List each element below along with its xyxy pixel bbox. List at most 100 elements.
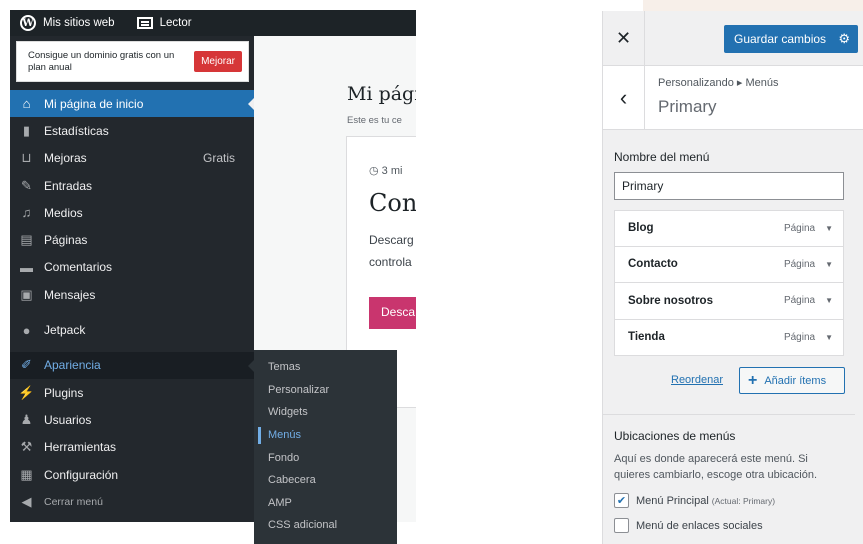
menu-item-stats[interactable]: ▮ Estadísticas [10,117,254,144]
pages-icon: ▤ [20,232,33,248]
submenu-item-customize[interactable]: Personalizar [254,379,397,402]
expand-arrow-icon[interactable]: ▼ [825,296,833,305]
promo-text: Consigue un dominio gratis con un plan a… [28,49,175,73]
menu-item-appearance[interactable]: ✐ Apariencia [10,351,254,379]
settings-icon: ▦ [20,466,33,482]
menu-label: Mi página de inicio [44,96,144,111]
location-primary-row[interactable]: ✔ Menú Principal (Actual: Primary) [614,493,853,508]
menu-item-title: Sobre nosotros [628,294,713,307]
paintbrush-icon: ✐ [21,357,32,373]
menu-item-tools[interactable]: ⚒ Herramientas [10,434,254,461]
appearance-submenu: Temas Personalizar Widgets Menús Fondo C… [254,350,397,544]
bar-chart-icon: ▮ [22,122,31,138]
menu-item-comments[interactable]: ▬ Comentarios [10,254,254,281]
menu-item-users[interactable]: ♟ Usuarios [10,406,254,433]
collapse-menu-button[interactable]: ◀ Cerrar menú [10,488,254,515]
card-body-line: Descarg [369,233,414,247]
location-social-checkbox[interactable] [614,518,629,533]
my-sites-link[interactable]: W Mis sitios web [10,10,125,36]
page-subtitle: Este es tu ce [347,115,402,126]
menu-label: Jetpack [44,323,86,338]
save-button[interactable]: Guardar cambios ⚙ [724,25,858,53]
menu-item-feedback[interactable]: ▣ Mensajes [10,281,254,308]
menu-item-row[interactable]: Tienda Página ▼ [614,319,844,356]
menu-item-type: Página [783,222,816,234]
menu-item-row[interactable]: Contacto Página ▼ [614,246,844,283]
menu-item-type: Página [783,258,816,270]
menu-item-row[interactable]: Sobre nosotros Página ▼ [614,283,844,320]
divider [603,414,855,415]
location-primary-checkbox[interactable]: ✔ [614,493,629,508]
menu-label: Páginas [44,233,88,248]
menu-name-input[interactable]: Primary [614,172,844,200]
admin-bar: W Mis sitios web Lector [10,10,416,36]
menu-item-home[interactable]: ⌂ Mi página de inicio [10,90,254,118]
reader-link[interactable]: Lector [127,10,202,36]
domain-promo: Consigue un dominio gratis con un plan a… [16,41,249,82]
submenu-item-additional-css[interactable]: CSS adicional [254,514,397,537]
menu-item-media[interactable]: ♫ Medios [10,199,254,226]
menu-items-list: Blog Página ▼ Contacto Página ▼ Sobre no… [614,210,844,356]
time-estimate: ◷ 3 mi [369,164,402,177]
menu-actions: Reordenar + Añadir ítems [614,367,845,394]
collapse-icon: ◀ [21,493,32,509]
submenu-item-menus[interactable]: Menús [254,424,397,447]
location-social-row[interactable]: Menú de enlaces sociales [614,518,853,533]
menu-item-pages[interactable]: ▤ Páginas [10,226,254,253]
location-note: (Actual: Primary) [711,495,776,506]
wordpress-logo-icon: W [20,15,36,31]
menu-item-plugins[interactable]: ⚡ Plugins [10,379,254,406]
home-icon: ⌂ [22,96,31,112]
upgrade-button[interactable]: Mejorar [194,51,242,72]
locations-description: Aquí es donde aparecerá este menú. Si qu… [614,453,818,481]
submenu-item-background[interactable]: Fondo [254,446,397,469]
menu-item-upgrades[interactable]: ⊔ Mejoras Gratis [10,145,254,172]
menu-label: Mejoras [44,151,87,166]
media-icon: ♫ [21,205,32,221]
section-title: Primary [658,97,717,116]
customizer-body: Nombre del menú Primary Blog Página ▼ Co… [603,130,863,533]
submenu-item-amp[interactable]: AMP [254,492,397,515]
menu-label: Medios [44,205,83,220]
save-label: Guardar cambios [734,32,827,46]
pin-icon: ✎ [21,177,32,193]
wrench-icon: ⚒ [20,439,33,455]
add-items-label: Añadir ítems [764,374,827,387]
submenu-item-widgets[interactable]: Widgets [254,401,397,424]
menu-item-settings[interactable]: ▦ Configuración [10,461,254,488]
back-chevron-icon[interactable]: ‹ [603,66,645,130]
menu-item-row[interactable]: Blog Página ▼ [614,210,844,247]
breadcrumb: Personalizando ▸ Menús [658,77,779,89]
location-label: Menú de enlaces sociales [636,519,763,532]
expand-arrow-icon[interactable]: ▼ [825,333,833,342]
gear-icon[interactable]: ⚙ [838,31,850,47]
reorder-link[interactable]: Reordenar [671,374,723,386]
feedback-icon: ▣ [20,286,33,302]
expand-arrow-icon[interactable]: ▼ [825,224,833,233]
plus-icon: + [748,371,758,389]
menu-item-type: Página [783,295,816,307]
menu-label: Herramientas [44,440,117,455]
submenu-item-header[interactable]: Cabecera [254,469,397,492]
menu-item-posts[interactable]: ✎ Entradas [10,172,254,199]
menu-label: Estadísticas [44,123,109,138]
my-sites-label: Mis sitios web [43,17,115,29]
menu-label: Configuración [44,467,119,482]
menu-item-type: Página [783,331,816,343]
expand-arrow-icon[interactable]: ▼ [825,260,833,269]
submenu-item-themes[interactable]: Temas [254,356,397,379]
customizer-panel: ✕ Guardar cambios ⚙ ‹ Personalizando ▸ M… [602,11,863,544]
add-items-button[interactable]: + Añadir ítems [739,367,845,394]
comment-icon: ▬ [20,259,33,275]
close-icon[interactable]: ✕ [603,11,645,66]
time-text: 3 mi [381,165,403,177]
menu-label: Comentarios [44,260,113,275]
free-badge: Gratis [202,151,235,166]
menu-item-title: Contacto [628,258,678,271]
menu-label: Cerrar menú [44,495,103,508]
card-body-line: controla [369,255,412,269]
card-cta-button[interactable]: Desca [369,297,416,329]
card-heading: Con [369,189,416,217]
jetpack-icon: ● [22,322,31,338]
menu-item-jetpack[interactable]: ● Jetpack [10,316,254,343]
